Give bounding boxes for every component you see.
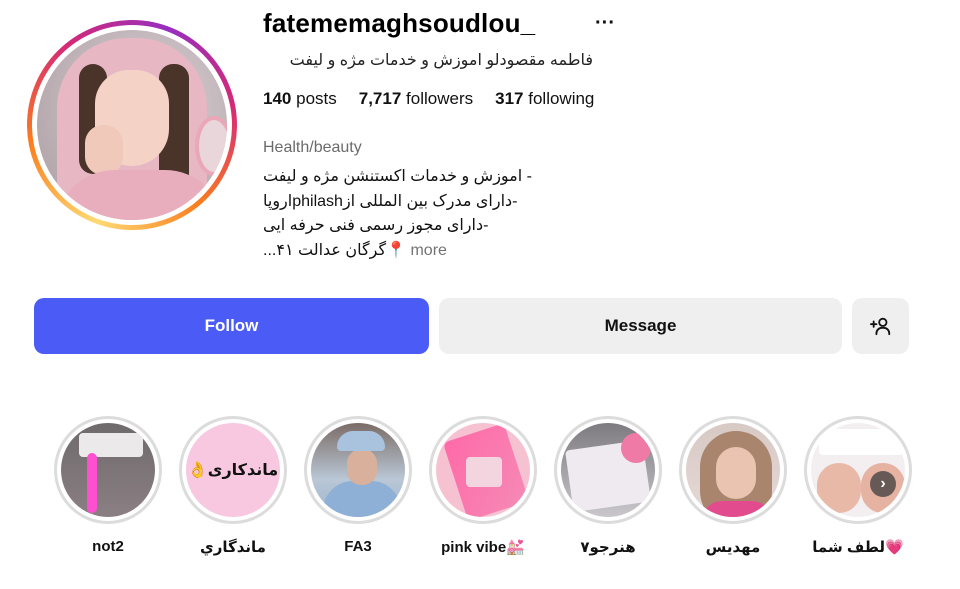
highlight-ring: ماندکاری👌 <box>179 416 287 524</box>
cover-window-shape <box>466 457 502 487</box>
bio-line-1: - اموزش و خدمات اکستنشن مژه و لیفت <box>263 168 532 185</box>
cover-face-shape <box>817 463 861 513</box>
avatar-mirror <box>195 116 227 176</box>
bio-more-link[interactable]: more <box>410 242 446 259</box>
highlight-cover <box>686 423 780 517</box>
bio-line-2: -دارای مدرک بین المللی ازphilashاروپا <box>263 192 518 210</box>
posts-label: posts <box>296 89 337 108</box>
highlight-cover: ماندکاری👌 <box>186 423 280 517</box>
highlight-cover <box>61 423 155 517</box>
follow-button[interactable]: Follow <box>34 298 429 354</box>
avatar-frame <box>32 25 232 225</box>
highlight-fa3[interactable]: FA3 <box>303 416 413 555</box>
followers-stat[interactable]: 7,717 followers <box>359 89 473 109</box>
profile-stats: 140 posts 7,717 followers 317 following <box>263 89 594 109</box>
highlight-ring <box>304 416 412 524</box>
avatar[interactable] <box>37 30 227 220</box>
profile-avatar-ring[interactable] <box>27 20 237 230</box>
highlight-mandegari[interactable]: ماندکاری👌 ماندگاري <box>178 416 288 556</box>
highlight-cover <box>811 423 905 517</box>
highlight-ring <box>804 416 912 524</box>
message-button[interactable]: Message <box>439 298 842 354</box>
highlight-cover <box>311 423 405 517</box>
avatar-hand <box>85 125 123 175</box>
posts-stat[interactable]: 140 posts <box>263 89 337 109</box>
highlight-pink-vibe[interactable]: pink vibe💒 <box>428 416 538 556</box>
cover-hat-shape <box>337 431 385 451</box>
highlight-label: pink vibe💒 <box>441 539 525 556</box>
bio-line-3: -دارای مجوز رسمی فنی حرفه ایی <box>263 217 489 234</box>
highlight-ring <box>54 416 162 524</box>
username: fatememaghsoudlou_ <box>263 8 536 38</box>
cover-jacket-shape <box>323 481 401 517</box>
bio-line-4: 📍گرگان عدالت ۴۱... <box>263 241 407 259</box>
followers-count: 7,717 <box>358 89 402 108</box>
highlight-ring <box>679 416 787 524</box>
following-count: 317 <box>495 89 524 108</box>
full-name: فاطمه مقصودلو اموزش و خدمات مژه و لیفت <box>289 52 593 69</box>
highlight-label: هنرجو۷ <box>580 539 636 556</box>
highlight-cover-text: ماندکاری👌 <box>187 462 279 479</box>
highlight-label: not2 <box>92 538 124 555</box>
highlight-cover <box>436 423 530 517</box>
cover-face-shape <box>716 447 756 499</box>
posts-count: 140 <box>263 89 292 108</box>
highlight-mahdis[interactable]: مهديس <box>678 416 788 556</box>
more-options-icon[interactable]: ··· <box>595 12 615 35</box>
person-add-icon <box>869 317 890 336</box>
followers-label: followers <box>406 89 474 108</box>
cover-face-shape <box>347 449 377 485</box>
chevron-right-icon[interactable]: › <box>870 471 896 497</box>
highlight-cover <box>561 423 655 517</box>
highlight-honarjoo7[interactable]: هنرجو۷ <box>553 416 663 556</box>
highlight-label: ماندگاري <box>200 539 266 556</box>
following-label: following <box>528 89 595 108</box>
following-stat[interactable]: 317 following <box>495 89 594 109</box>
highlight-not2[interactable]: not2 <box>53 416 163 555</box>
cover-message-shape <box>819 429 903 455</box>
highlight-label: FA3 <box>344 538 372 555</box>
highlight-ring <box>554 416 662 524</box>
bio-line-4-wrap: 📍گرگان عدالت ۴۱... more <box>263 239 563 264</box>
suggested-users-button[interactable] <box>852 298 909 354</box>
cover-flower-shape <box>621 433 651 463</box>
bio: - اموزش و خدمات اکستنشن مژه و لیفت -دارا… <box>263 165 563 263</box>
highlight-lotf-shoma[interactable]: لطف شما💗 <box>803 416 913 556</box>
cover-shirt-shape <box>702 501 772 517</box>
highlight-ring <box>429 416 537 524</box>
profile-category: Health/beauty <box>263 139 362 156</box>
highlight-label: لطف شما💗 <box>812 539 904 556</box>
cover-neon-shape <box>87 453 97 513</box>
highlight-label: مهديس <box>705 539 761 556</box>
